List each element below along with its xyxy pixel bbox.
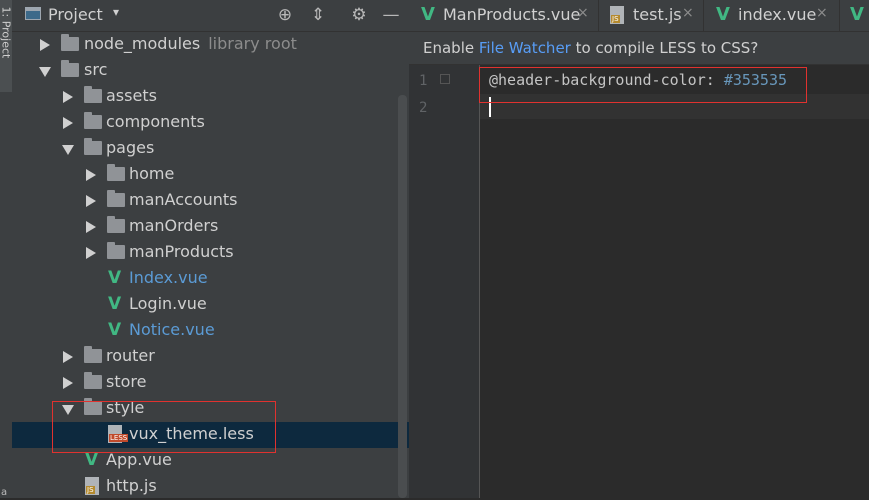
tree-item-label: manOrders — [129, 216, 219, 235]
tab-test-js[interactable]: JS test.js × — [599, 0, 704, 31]
vue-file-icon: V — [850, 4, 864, 25]
tree-item-store[interactable]: store — [12, 370, 409, 396]
folder-icon — [84, 86, 102, 103]
expand-arrow-icon[interactable] — [86, 247, 96, 259]
project-tool-tab-label: 1: Project — [0, 6, 13, 59]
tree-item-label: assets — [106, 86, 157, 105]
tree-item-label: components — [106, 112, 205, 131]
tree-item-label: Index.vue — [129, 268, 208, 287]
vue-file-icon: V — [421, 4, 435, 25]
close-icon[interactable]: × — [816, 5, 828, 21]
tab-index-vue[interactable]: V index.vue × — [704, 0, 840, 31]
project-title[interactable]: Project — [48, 5, 103, 24]
project-icon — [25, 7, 41, 20]
tree-item-src[interactable]: src — [12, 58, 409, 84]
tree-item-label: manAccounts — [129, 190, 238, 209]
js-file-icon: JS — [85, 477, 99, 495]
tree-item-index-vue[interactable]: V Index.vue — [12, 266, 409, 292]
expand-arrow-icon[interactable] — [86, 195, 96, 207]
tree-item-label: pages — [106, 138, 155, 157]
tree-item-label: manProducts — [129, 242, 234, 261]
fold-marker-icon[interactable] — [440, 74, 450, 84]
vue-file-icon: V — [85, 450, 99, 470]
tab-overflow[interactable]: V — [840, 0, 869, 31]
expand-arrow-icon[interactable] — [63, 377, 73, 389]
line-number: 2 — [419, 100, 428, 116]
code-editor[interactable]: 1 2 @header-background-color: #353535 — [409, 65, 869, 498]
expand-arrow-icon[interactable] — [63, 117, 73, 129]
notification-text: Enable File Watcher to compile LESS to C… — [423, 39, 759, 57]
file-watcher-link[interactable]: File Watcher — [479, 39, 571, 57]
editor-tab-bar: V ManProducts.vue × JS test.js × V index… — [409, 0, 869, 32]
tree-item-label: Login.vue — [129, 294, 207, 313]
expand-arrow-icon[interactable] — [40, 39, 50, 51]
collapse-arrow-icon[interactable] — [62, 145, 74, 155]
tree-item-home[interactable]: home — [12, 162, 409, 188]
tree-item-pages[interactable]: pages — [12, 136, 409, 162]
folder-icon — [107, 164, 125, 181]
tree-item-node-modules[interactable]: node_modules library root — [12, 32, 409, 58]
expand-arrow-icon[interactable] — [63, 91, 73, 103]
tree-item-login-vue[interactable]: V Login.vue — [12, 292, 409, 318]
file-watcher-notification: Enable File Watcher to compile LESS to C… — [409, 32, 869, 65]
line-number-gutter: 1 2 — [409, 65, 480, 498]
hide-panel-icon[interactable]: — — [380, 4, 402, 26]
close-icon[interactable]: × — [682, 5, 694, 21]
js-file-icon: JS — [610, 6, 624, 24]
js-badge: JS — [611, 15, 620, 23]
tab-label: test.js — [633, 5, 682, 24]
project-panel: Project ▾ ⊕ ⇕ ⚙ — node_modules library ro… — [12, 0, 409, 498]
tree-scrollbar[interactable] — [398, 95, 407, 498]
project-panel-header: Project ▾ ⊕ ⇕ ⚙ — — [12, 0, 409, 32]
close-icon[interactable]: × — [577, 5, 589, 21]
expand-arrow-icon[interactable] — [86, 221, 96, 233]
collapse-arrow-icon[interactable] — [39, 67, 51, 77]
tree-item-label: router — [106, 346, 155, 365]
vue-file-icon: V — [108, 268, 122, 288]
tree-item-manaccounts[interactable]: manAccounts — [12, 188, 409, 214]
folder-icon — [84, 346, 102, 363]
tree-item-label: src — [84, 60, 108, 79]
tree-item-manorders[interactable]: manOrders — [12, 214, 409, 240]
folder-icon — [61, 60, 79, 77]
folder-icon — [107, 216, 125, 233]
tree-item-label: store — [106, 372, 147, 391]
vue-file-icon: V — [716, 4, 730, 25]
gear-icon[interactable]: ⚙ — [348, 4, 370, 26]
folder-icon — [107, 242, 125, 259]
highlight-box-code-line — [479, 67, 807, 103]
project-tool-tab[interactable]: 1: Project — [0, 0, 13, 92]
folder-icon — [107, 190, 125, 207]
tab-label: index.vue — [738, 5, 817, 24]
tree-item-components[interactable]: components — [12, 110, 409, 136]
tree-item-assets[interactable]: assets — [12, 84, 409, 110]
tree-item-http-js[interactable]: JS http.js — [12, 474, 409, 500]
folder-icon — [84, 138, 102, 155]
highlight-box-style-folder — [52, 401, 276, 453]
tab-label: ManProducts.vue — [443, 5, 581, 24]
collapse-all-icon[interactable]: ⇕ — [307, 4, 329, 26]
vue-file-icon: V — [108, 320, 122, 340]
chevron-down-icon[interactable]: ▾ — [113, 5, 119, 19]
expand-arrow-icon[interactable] — [63, 351, 73, 363]
line-number: 1 — [419, 73, 428, 89]
tree-item-label: home — [129, 164, 175, 183]
js-badge: JS — [86, 486, 95, 494]
tree-item-label: node_modules library root — [84, 34, 297, 53]
vue-file-icon: V — [108, 294, 122, 314]
folder-icon — [84, 112, 102, 129]
tree-item-label: http.js — [106, 476, 157, 495]
locate-icon[interactable]: ⊕ — [274, 4, 296, 26]
stripe-bottom-label: a — [1, 487, 8, 498]
tree-item-router[interactable]: router — [12, 344, 409, 370]
tree-item-label: Notice.vue — [129, 320, 215, 339]
expand-arrow-icon[interactable] — [86, 169, 96, 181]
tree-item-notice-vue[interactable]: V Notice.vue — [12, 318, 409, 344]
folder-icon — [84, 372, 102, 389]
tab-manproducts-vue[interactable]: V ManProducts.vue × — [409, 0, 599, 31]
tree-item-manproducts[interactable]: manProducts — [12, 240, 409, 266]
folder-icon — [61, 34, 79, 51]
